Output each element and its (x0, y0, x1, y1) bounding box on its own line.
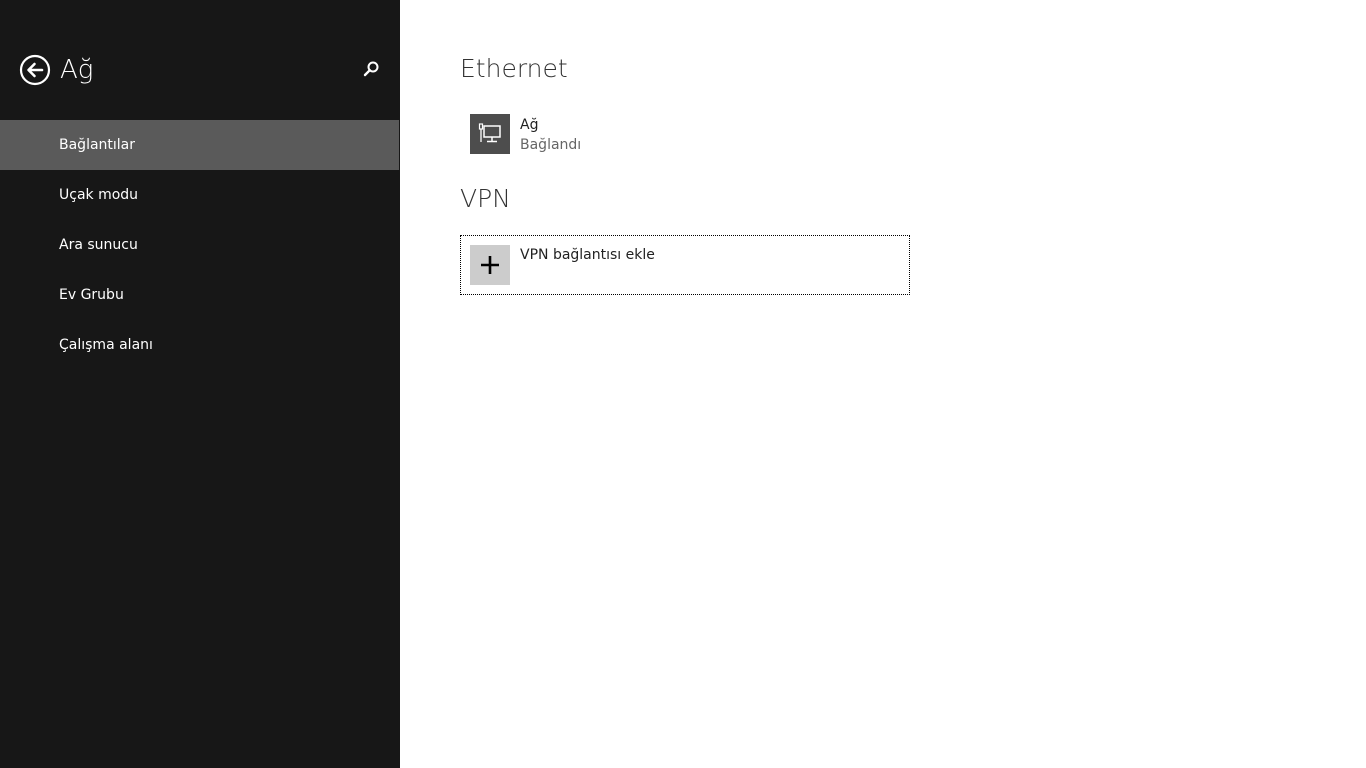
network-status: Bağlandı (520, 137, 582, 153)
sidebar-item-connections[interactable]: Bağlantılar (0, 120, 399, 170)
page-title: Ağ (60, 55, 94, 85)
plus-icon (470, 245, 510, 285)
vpn-heading: VPN (460, 184, 511, 213)
add-vpn-connection-button[interactable]: VPN bağlantısı ekle (460, 235, 910, 295)
ethernet-network-item[interactable]: Ağ Bağlandı (460, 106, 910, 164)
sidebar-item-airplane-mode[interactable]: Uçak modu (0, 170, 399, 220)
sidebar-nav: Bağlantılar Uçak modu Ara sunucu Ev Grub… (0, 120, 400, 370)
ethernet-heading: Ethernet (460, 54, 568, 83)
main-content: Ethernet Ağ Bağlandı VPN VPN bağlantısı … (460, 0, 1366, 768)
back-button[interactable] (19, 54, 51, 86)
sidebar: Ağ Bağlantılar Uçak modu Ara sunucu Ev G… (0, 0, 400, 768)
add-vpn-label: VPN bağlantısı ekle (520, 247, 655, 263)
header: Ağ (0, 50, 400, 90)
search-button[interactable] (360, 58, 382, 80)
sidebar-item-proxy[interactable]: Ara sunucu (0, 220, 399, 270)
sidebar-item-homegroup[interactable]: Ev Grubu (0, 270, 399, 320)
search-icon (363, 61, 379, 77)
wired-network-icon (470, 114, 510, 154)
network-name: Ağ (520, 117, 539, 133)
back-arrow-icon (19, 54, 51, 86)
sidebar-item-workplace[interactable]: Çalışma alanı (0, 320, 399, 370)
